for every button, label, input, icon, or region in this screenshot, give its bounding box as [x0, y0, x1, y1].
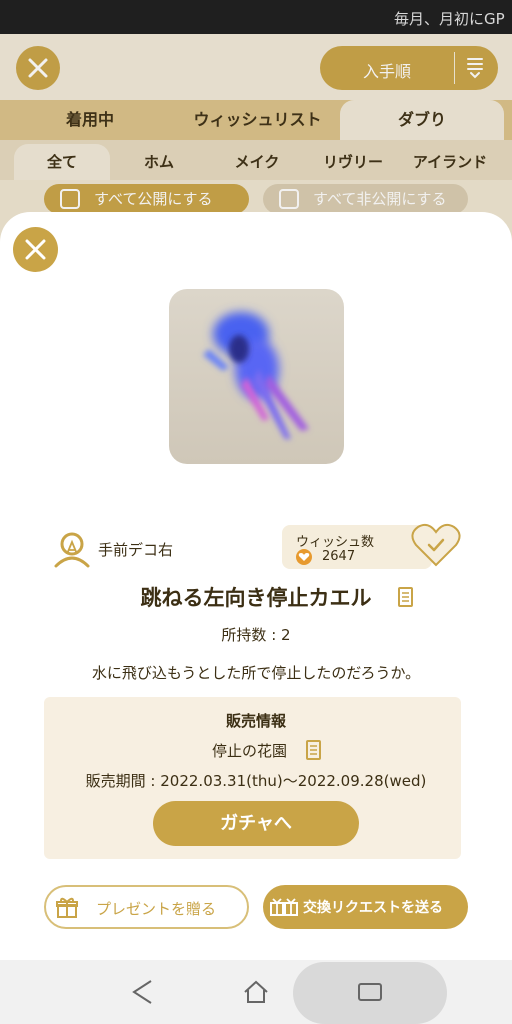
item-category: 手前デコ右 [98, 541, 174, 559]
owned-count: 所持数 : 2 [221, 626, 291, 644]
sale-info-title: 販売情報 [225, 712, 286, 730]
item-name: 跳ねる左向き停止カエル [0, 582, 512, 612]
item-name-text: 跳ねる左向き停止カエル [140, 586, 372, 610]
trade-gift-icon [270, 898, 298, 916]
go-to-gacha-button[interactable]: ガチャへ [153, 801, 359, 846]
sale-place: 停止の花園 [212, 742, 288, 760]
wish-heart-button[interactable] [410, 522, 462, 568]
item-thumbnail [169, 289, 344, 464]
copy-icon[interactable] [304, 738, 324, 762]
trade-request-label: 交換リクエストを送る [303, 900, 443, 916]
close-button[interactable] [13, 227, 58, 272]
gift-icon [56, 897, 78, 918]
home-icon[interactable] [242, 978, 270, 1006]
send-present-label: プレゼントを贈る [96, 900, 217, 918]
item-description: 水に飛び込もうとした所で停止したのだろうか。 [91, 664, 421, 682]
trade-request-button[interactable]: 交換リクエストを送る [263, 885, 468, 929]
send-present-button[interactable]: プレゼントを贈る [44, 885, 249, 929]
back-icon[interactable] [130, 978, 156, 1006]
wish-count-label: ウィッシュ数 [296, 535, 375, 550]
recent-apps-icon[interactable] [356, 978, 384, 1006]
wish-count-value: 2647 [322, 549, 356, 564]
copy-icon[interactable] [396, 585, 416, 609]
notification-text: 毎月、月初にGP [394, 10, 505, 28]
heart-badge-icon [296, 549, 312, 565]
sale-period: 販売期間 : 2022.03.31(thu)〜2022.09.28(wed) [85, 772, 427, 790]
close-icon [25, 239, 46, 260]
deco-category-icon [54, 532, 90, 568]
frog-sprite-image [203, 312, 309, 439]
notification-bar: 毎月、月初にGP [0, 0, 512, 34]
